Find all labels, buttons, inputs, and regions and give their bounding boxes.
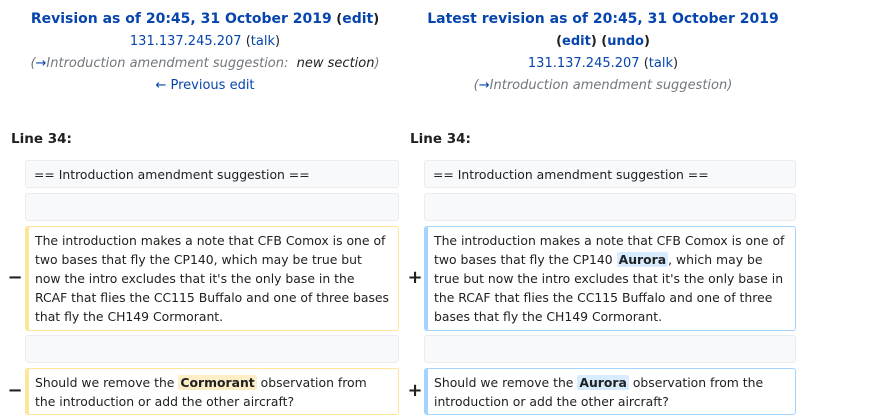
left-line-number: Line 34: xyxy=(11,131,72,147)
old-revision-link[interactable]: Revision as of 20:45, 31 October 2019 xyxy=(31,11,332,27)
latest-revision-actions: (edit) (undo) xyxy=(556,34,650,49)
old-summary-section-arrow[interactable]: → xyxy=(36,56,47,71)
old-revision-edit-paren-open: ( xyxy=(331,12,343,27)
deleted-paragraph-2-before: Should we remove the xyxy=(35,375,179,390)
right-empty-context-line xyxy=(424,193,796,221)
old-summary-new-section: new section xyxy=(296,56,375,71)
right-line-number: Line 34: xyxy=(410,131,471,147)
left-empty-context-line-2 xyxy=(25,335,399,363)
added-line-paragraph-2: Should we remove the Aurora observation … xyxy=(424,368,796,415)
old-revision-talk-link[interactable]: talk xyxy=(251,34,275,49)
deleted-line-marker: − xyxy=(7,267,23,288)
old-revision-talk-paren-open: ( xyxy=(241,34,251,49)
left-context-line: == Introduction amendment suggestion == xyxy=(25,160,399,188)
added-line-marker: + xyxy=(407,267,423,288)
old-summary-text: Introduction amendment suggestion: xyxy=(46,56,289,71)
right-context-line: == Introduction amendment suggestion == xyxy=(424,160,796,188)
added-paragraph-2-before: Should we remove the xyxy=(434,375,578,390)
old-revision-header: Revision as of 20:45, 31 October 2019 (e… xyxy=(10,8,400,97)
latest-revision-undo-link[interactable]: undo xyxy=(607,34,644,49)
old-revision-summary: (→Introduction amendment suggestion: new… xyxy=(10,53,400,75)
latest-revision-edit-link[interactable]: edit xyxy=(562,34,591,49)
old-revision-user-row: 131.137.245.207 (talk) xyxy=(10,31,400,53)
added-word-highlight: Aurora xyxy=(616,252,669,267)
previous-edit-link[interactable]: ← Previous edit xyxy=(155,78,254,93)
added-word-highlight-2: Aurora xyxy=(577,375,629,390)
left-context-text: == Introduction amendment suggestion == xyxy=(34,166,310,182)
old-summary-suffix: ) xyxy=(374,56,380,71)
deleted-word-highlight: Cormorant xyxy=(178,375,257,390)
old-revision-edit-paren-close: ) xyxy=(373,12,380,27)
right-empty-context-line-2 xyxy=(424,335,796,363)
deleted-line-marker-2: − xyxy=(7,380,23,401)
deleted-paragraph-1-text: The introduction makes a note that CFB C… xyxy=(35,233,389,324)
latest-revision-link[interactable]: Latest revision as of 20:45, 31 October … xyxy=(427,11,779,27)
latest-summary-text: Introduction amendment suggestion xyxy=(489,78,728,93)
added-line-marker-2: + xyxy=(407,380,423,401)
latest-revision-user-row: 131.137.245.207 (talk) xyxy=(527,56,679,71)
latest-revision-header: Latest revision as of 20:45, 31 October … xyxy=(408,8,798,97)
deleted-line-paragraph-1: The introduction makes a note that CFB C… xyxy=(25,226,399,331)
latest-revision-user-link[interactable]: 131.137.245.207 xyxy=(528,56,640,71)
right-context-text: == Introduction amendment suggestion == xyxy=(433,166,709,182)
added-line-paragraph-1: The introduction makes a note that CFB C… xyxy=(424,226,796,331)
latest-revision-talk-link[interactable]: talk xyxy=(649,56,673,71)
latest-revision-summary: (→Introduction amendment suggestion) xyxy=(408,75,798,97)
deleted-line-paragraph-2: Should we remove the Cormorant observati… xyxy=(25,368,399,415)
old-revision-talk-paren-close: ) xyxy=(275,34,281,49)
old-revision-user-link[interactable]: 131.137.245.207 xyxy=(130,34,242,49)
old-revision-edit-link[interactable]: edit xyxy=(342,11,373,27)
latest-summary-suffix: ) xyxy=(727,78,733,93)
old-revision-title-row: Revision as of 20:45, 31 October 2019 (e… xyxy=(10,8,400,31)
left-empty-context-line xyxy=(25,193,399,221)
latest-summary-section-arrow[interactable]: → xyxy=(479,78,490,93)
